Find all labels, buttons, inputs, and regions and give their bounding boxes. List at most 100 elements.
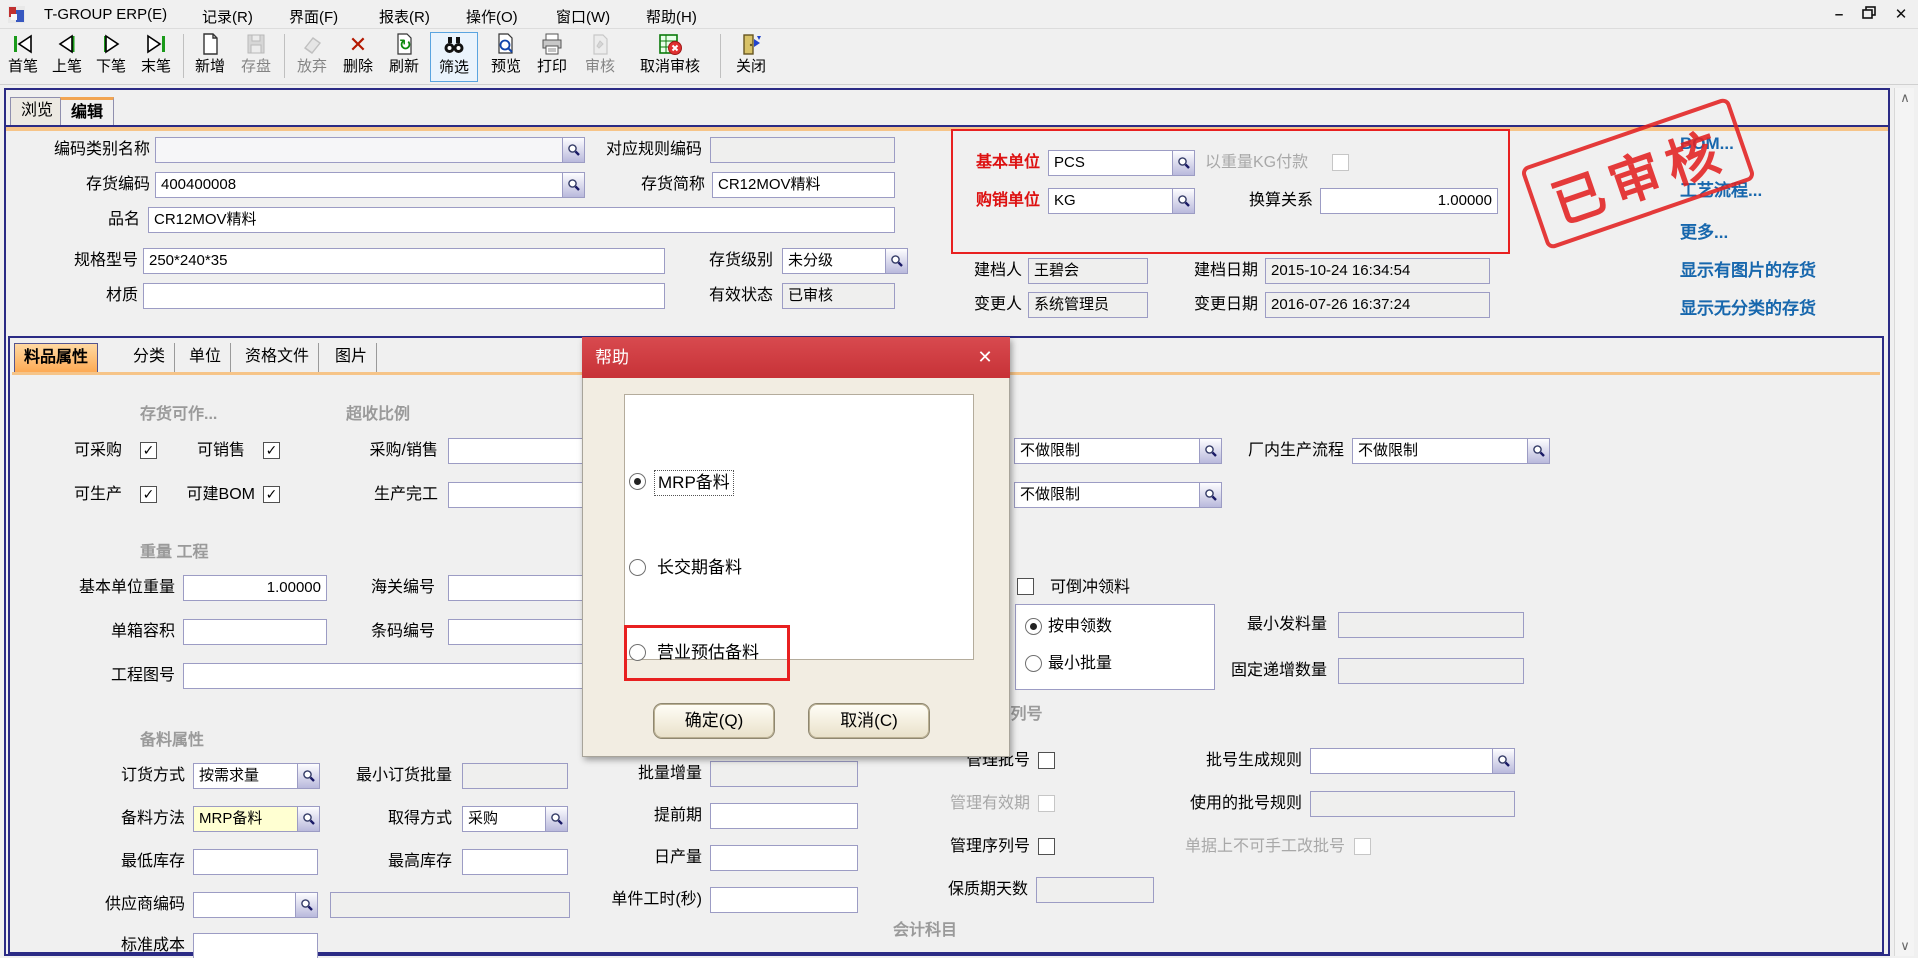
tab-browse[interactable]: 浏览 (10, 97, 64, 125)
scroll-down-icon[interactable]: ∨ (1895, 936, 1915, 956)
daily-output-label: 日产量 (634, 845, 702, 871)
toolbar-close-button[interactable]: 关闭 (728, 32, 774, 82)
std-cost-field[interactable] (193, 933, 318, 958)
spec-field[interactable]: 250*240*35 (143, 248, 665, 274)
mng-serial-checkbox[interactable] (1038, 838, 1055, 855)
link-more[interactable]: 更多... (1680, 218, 1728, 243)
lookup-icon[interactable] (1172, 151, 1194, 175)
can-purchase-checkbox[interactable]: ✓ (140, 442, 157, 459)
vertical-scrollbar[interactable]: ∧ ∨ (1894, 88, 1914, 956)
toolbar-cancel-audit-button[interactable]: 取消审核 (626, 32, 714, 82)
code-cat-field[interactable] (155, 137, 585, 163)
unit-hours-field[interactable] (710, 887, 858, 913)
customs-code-field[interactable] (448, 575, 590, 601)
prod-name-field[interactable]: CR12MOV精料 (148, 207, 895, 233)
lookup-icon[interactable] (295, 893, 317, 917)
material-field[interactable] (143, 283, 665, 309)
close-window-button[interactable]: ✕ (1890, 5, 1912, 25)
conv-rate-field[interactable]: 1.00000 (1320, 188, 1498, 214)
lookup-icon[interactable] (885, 249, 907, 273)
can-sell-checkbox[interactable]: ✓ (263, 442, 280, 459)
barcode-field[interactable] (448, 619, 590, 645)
subtab-classification[interactable]: 分类 (124, 343, 175, 372)
over-ps-field[interactable] (448, 438, 590, 464)
restore-button[interactable] (1858, 5, 1880, 25)
lookup-icon[interactable] (1492, 749, 1514, 773)
tab-edit[interactable]: 编辑 (60, 97, 114, 125)
lookup-icon[interactable] (297, 807, 319, 831)
inv-abbr-field[interactable]: CR12MOV精料 (712, 172, 895, 198)
drawing-no-field[interactable] (183, 663, 590, 689)
minimize-button[interactable]: – (1828, 5, 1850, 25)
limit-a-field[interactable]: 不做限制 (1014, 438, 1222, 464)
lookup-icon[interactable] (545, 807, 567, 831)
can-bom-checkbox[interactable]: ✓ (263, 486, 280, 503)
menu-record[interactable]: 记录(R) (202, 6, 253, 26)
prep-method-field[interactable]: MRP备料 (193, 806, 320, 832)
subtab-item-attributes[interactable]: 料品属性 (14, 343, 98, 372)
menu-operation[interactable]: 操作(O) (466, 6, 518, 26)
link-show-unclassified[interactable]: 显示无分类的存货 (1680, 294, 1816, 319)
toolbar-preview-button[interactable]: 预览 (484, 32, 528, 82)
toolbar-refresh-button[interactable]: ↻ 刷新 (382, 32, 426, 82)
subtab-units[interactable]: 单位 (180, 343, 231, 372)
option-mrp-radio[interactable] (629, 473, 646, 490)
toolbar-add-button[interactable]: 新增 (188, 32, 232, 82)
lookup-icon[interactable] (1172, 189, 1194, 213)
batch-rule-field[interactable] (1310, 748, 1515, 774)
backflush-checkbox[interactable] (1017, 578, 1034, 595)
menu-interface[interactable]: 界面(F) (289, 6, 338, 26)
option-business-estimate-label[interactable]: 营业预估备料 (657, 642, 759, 664)
cancel-button[interactable]: 取消(C) (809, 704, 929, 738)
base-weight-field[interactable]: 1.00000 (183, 575, 327, 601)
mng-batch-checkbox[interactable] (1038, 752, 1055, 769)
toolbar-last-button[interactable]: 末笔 (134, 32, 178, 82)
toolbar-next-button[interactable]: 下笔 (90, 32, 132, 82)
lookup-icon[interactable] (297, 764, 319, 788)
box-volume-field[interactable] (183, 619, 327, 645)
scroll-up-icon[interactable]: ∧ (1895, 88, 1915, 108)
toolbar-delete-button[interactable]: ✕ 删除 (336, 32, 380, 82)
base-unit-field[interactable]: PCS (1048, 150, 1195, 176)
toolbar-filter-button[interactable]: 筛选 (430, 32, 478, 82)
toolbar-print-button[interactable]: 打印 (530, 32, 574, 82)
menu-window[interactable]: 窗口(W) (556, 6, 610, 26)
option-mrp-label[interactable]: MRP备料 (654, 470, 734, 496)
lookup-icon[interactable] (562, 138, 584, 162)
lookup-icon[interactable] (1527, 439, 1549, 463)
link-show-with-images[interactable]: 显示有图片的存货 (1680, 256, 1816, 281)
toolbar-first-button[interactable]: 首笔 (2, 32, 44, 82)
lookup-icon[interactable] (1199, 439, 1221, 463)
modifier-label: 变更人 (905, 292, 1022, 318)
trade-unit-field[interactable]: KG (1048, 188, 1195, 214)
toolbar-prev-button[interactable]: 上笔 (46, 32, 88, 82)
supplier-code-field[interactable] (193, 892, 318, 918)
acquire-mode-field[interactable]: 采购 (462, 806, 568, 832)
can-produce-checkbox[interactable]: ✓ (140, 486, 157, 503)
lookup-icon[interactable] (562, 173, 584, 197)
dialog-close-icon[interactable]: ✕ (974, 346, 996, 368)
base-unit-label: 基本单位 (920, 150, 1040, 176)
limit-b-field[interactable]: 不做限制 (1014, 482, 1222, 508)
option-business-estimate-radio[interactable] (629, 644, 646, 661)
inv-level-field[interactable]: 未分级 (782, 248, 908, 274)
issue-by-apply-radio[interactable] (1025, 618, 1042, 635)
ok-button[interactable]: 确定(Q) (654, 704, 774, 738)
issue-by-minbatch-radio[interactable] (1025, 655, 1042, 672)
factory-flow-field[interactable]: 不做限制 (1352, 438, 1550, 464)
lookup-icon[interactable] (1199, 483, 1221, 507)
inv-code-field[interactable]: 400400008 (155, 172, 585, 198)
menu-help[interactable]: 帮助(H) (646, 6, 697, 26)
max-stock-field[interactable] (462, 849, 568, 875)
subtab-qualification-files[interactable]: 资格文件 (236, 343, 319, 372)
menu-report[interactable]: 报表(R) (379, 6, 430, 26)
option-long-cycle-radio[interactable] (629, 559, 646, 576)
min-stock-field[interactable] (193, 849, 318, 875)
daily-output-field[interactable] (710, 845, 858, 871)
over-prod-field[interactable] (448, 482, 590, 508)
menu-tgroup-erp[interactable]: T-GROUP ERP(E) (44, 6, 167, 26)
order-mode-field[interactable]: 按需求量 (193, 763, 320, 789)
lead-time-field[interactable] (710, 803, 858, 829)
option-long-cycle-label[interactable]: 长交期备料 (657, 557, 742, 579)
subtab-images[interactable]: 图片 (326, 343, 377, 372)
